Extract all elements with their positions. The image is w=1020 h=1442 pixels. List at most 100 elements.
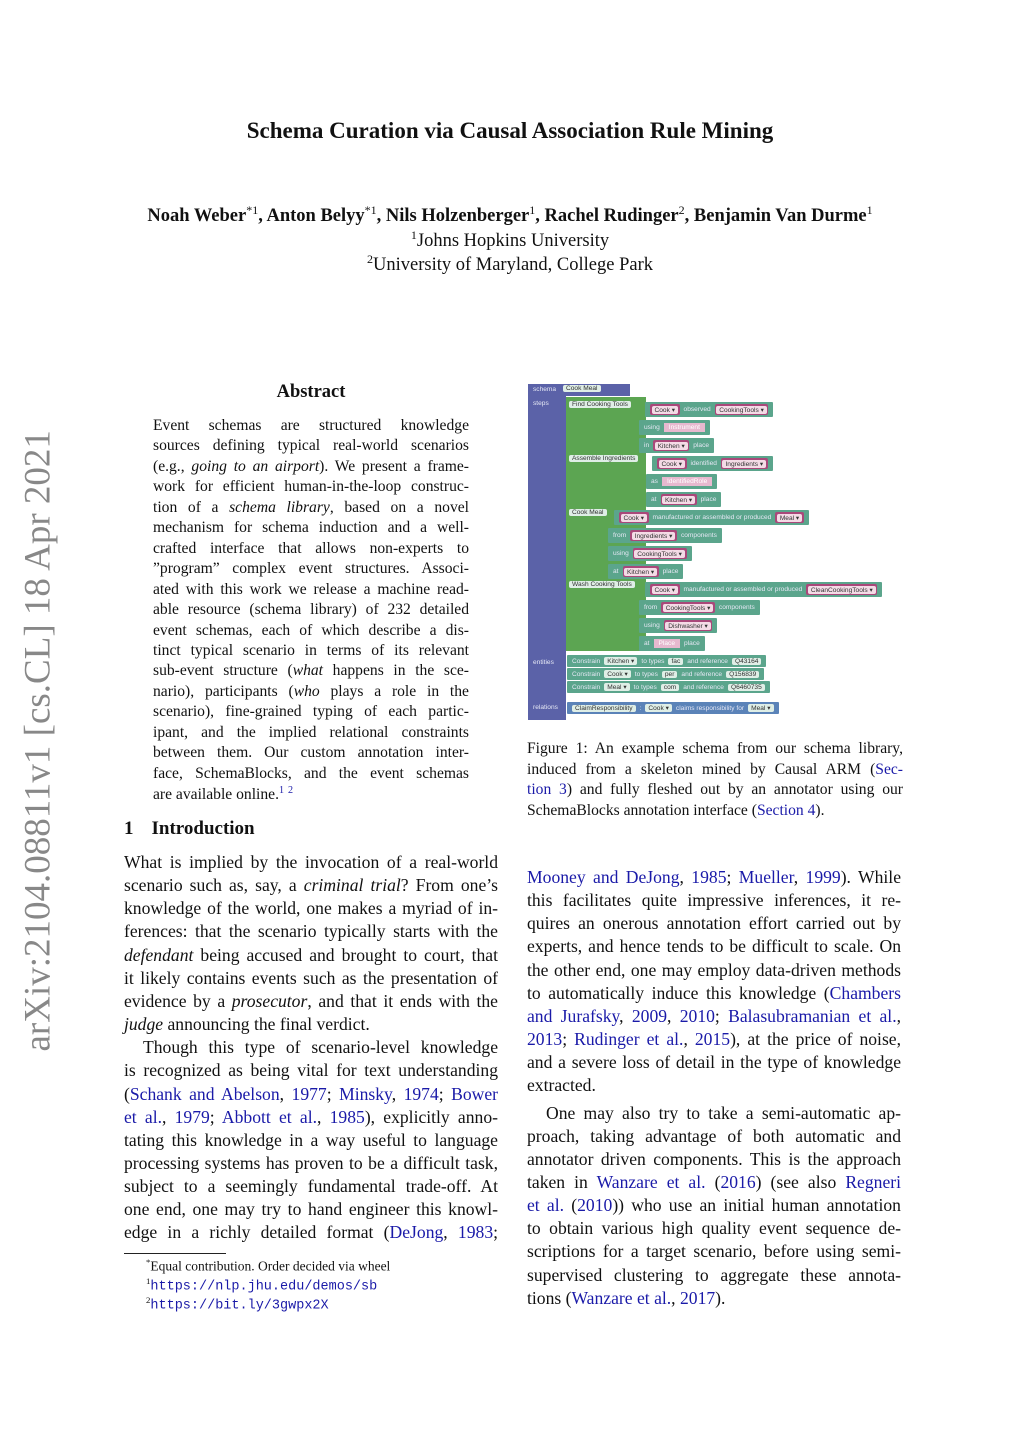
field-value[interactable]: Cook ▾ [604,670,631,678]
field-value[interactable]: per [661,670,678,678]
footnote-1: 1https://nlp.jhu.edu/demos/sb [146,1276,377,1295]
field-value[interactable]: ClaimResponsibility [572,704,636,712]
citation-link[interactable]: Sec- [875,761,903,778]
schema-name-field[interactable]: Cook Meal [563,385,601,392]
citation-link[interactable]: 2015 [695,1029,730,1049]
citation-link[interactable]: and Jurafsky [527,1006,619,1026]
field-value[interactable]: Meal ▾ [748,704,774,712]
citation-link[interactable]: 1983 [458,1222,493,1242]
field-value[interactable]: Kitchen ▾ [604,657,638,665]
citation-link[interactable]: 1999 [806,867,841,887]
text-run: ; [438,1083,452,1104]
citation-link[interactable]: 1985 [691,867,726,887]
text-line: (e.g., going to an airport). We present … [153,458,469,476]
field-value[interactable]: Cook ▾ [645,704,672,712]
citation-link[interactable]: Abbott et al. [222,1107,317,1127]
entity-constraint-row: Constrain Cook ▾ to types per and reference Q… [567,668,765,680]
citation-link[interactable]: Chambers [830,983,901,1003]
entity-dropdown[interactable]: Cook ▾ [657,458,687,469]
citation-link[interactable]: Mooney and DeJong [527,867,680,887]
text-run: to obtain various high quality event seq… [527,1218,901,1239]
entity-dropdown[interactable]: Kitchen ▾ [653,440,690,451]
citation-link[interactable]: et al. [527,1195,564,1215]
text-run: knowledge of the world, one makes a myri… [124,898,498,919]
entity-dropdown[interactable]: Ingredients ▾ [630,530,677,541]
entity-dropdown[interactable]: Cook ▾ [650,584,680,595]
figure-schemablocks: schema Cook Meal steps entities relations Fin… [528,384,918,724]
citation-link[interactable]: 2013 [527,1029,562,1049]
text-line: experts, and hence tends to be difficult… [527,936,901,956]
entity-dropdown[interactable]: Dishwasher ▾ [663,620,713,631]
placeholder-slot[interactable]: IdentifiedRole [661,477,713,486]
step-name-field[interactable]: Find Cooking Tools [569,401,631,408]
step-argument-row: using Instrument [639,420,710,435]
citation-link[interactable]: Rudinger et al. [574,1029,683,1049]
citation-link[interactable]: 1985 [330,1107,365,1127]
block-label: place [684,640,700,647]
footnote-ref[interactable]: 2 [288,785,293,796]
citation-link[interactable]: Minsky [339,1084,392,1104]
dropdown-value: Cook ▾ [651,585,679,594]
text-run: subject to a seemingly fundamental trade… [124,1176,498,1197]
text-run: ), at the price of noise, [730,1029,901,1050]
affiliation-1: 1Johns Hopkins University [0,228,1020,252]
entity-dropdown[interactable]: Kitchen ▾ [660,494,697,505]
affiliation-name: Johns Hopkins University [416,231,610,252]
citation-link[interactable]: 2009 [632,1006,667,1026]
citation-link[interactable]: Mueller [739,867,794,887]
step-name-field[interactable]: Wash Cooking Tools [569,581,635,588]
text-line: sources defining typical real-world scen… [153,437,469,455]
citation-link[interactable]: Wanzare et al. [571,1288,671,1308]
field-value[interactable]: fac [668,657,684,665]
entity-dropdown[interactable]: Cook ▾ [619,512,649,523]
text-run: ipant, and the implied relational constr… [153,723,469,741]
text-run: ). [715,1287,726,1308]
field-value[interactable]: Q6460735 [727,683,765,691]
entity-dropdown[interactable]: CleanCookingTools ▾ [806,584,878,595]
text-run: tions ( [527,1287,572,1308]
entity-dropdown[interactable]: CookingTools ▾ [632,548,687,559]
entity-dropdown[interactable]: Cook ▾ [650,404,680,415]
citation-link[interactable]: Wanzare et al. [597,1172,706,1192]
block-label: and reference [683,683,724,691]
citation-link[interactable]: 1974 [404,1084,439,1104]
text-line: extracted. [527,1075,901,1096]
entity-dropdown[interactable]: Kitchen ▾ [622,566,659,577]
citation-link[interactable]: 1977 [292,1084,327,1104]
text-line: subject to a seemingly fundamental trade… [124,1176,498,1196]
text-run: , [443,1222,458,1243]
field-value[interactable]: com [660,683,680,691]
citation-link[interactable]: Bower [451,1084,498,1104]
footnote-link[interactable]: https://bit.ly/3gwpx2X [150,1299,328,1314]
emphasis: who [293,682,320,700]
citation-link[interactable]: Regneri [845,1172,901,1192]
citation-link[interactable]: DeJong [390,1222,444,1242]
field-value[interactable]: Q43164 [731,657,762,665]
citation-link[interactable]: Section 4 [757,802,815,819]
step-name-field[interactable]: Cook Meal [569,509,607,516]
text-run: annotator driven components. This is the… [527,1148,901,1169]
entity-dropdown[interactable]: CookingTools ▾ [661,602,715,613]
citation-link[interactable]: Balasubramanian et al. [728,1006,897,1026]
citation-link[interactable]: et al. [124,1107,162,1127]
text-line: Though this type of scenario-level knowl… [143,1037,498,1057]
citation-link[interactable]: 2010 [577,1195,612,1215]
field-value[interactable]: Meal ▾ [604,683,630,691]
entity-dropdown[interactable]: Meal ▾ [775,512,804,523]
text-run: (e.g., [153,457,192,475]
citation-link[interactable]: 2017 [680,1288,715,1308]
citation-link[interactable]: 1979 [175,1107,210,1127]
field-value[interactable]: Q156839 [726,670,760,678]
citation-link[interactable]: 2010 [680,1006,715,1026]
citation-link[interactable]: 2016 [720,1172,755,1192]
citation-link[interactable]: tion 3 [527,781,567,798]
entity-dropdown[interactable]: CookingTools ▾ [714,404,769,415]
text-run: scenario such as, say, a [124,875,304,896]
text-line: evidence by a prosecutor, and that it en… [124,991,498,1011]
citation-link[interactable]: Schank and Abelson [130,1084,280,1104]
placeholder-slot[interactable]: Place [653,639,680,648]
entity-dropdown[interactable]: Ingredients ▾ [720,458,768,469]
footnote-link[interactable]: https://nlp.jhu.edu/demos/sb [150,1280,377,1295]
step-name-field[interactable]: Assemble Ingredients [569,455,639,462]
placeholder-slot[interactable]: Instrument [663,423,705,432]
